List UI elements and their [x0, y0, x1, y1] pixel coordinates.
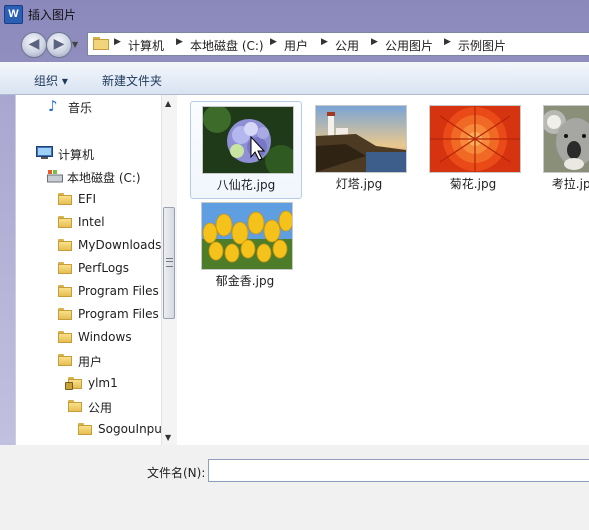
folder-icon [58, 331, 72, 343]
file-tile-koala[interactable]: 考拉.jpg [532, 101, 589, 197]
grip-icon [166, 258, 173, 267]
file-tile-lighthouse[interactable]: 灯塔.jpg [304, 101, 414, 197]
navigation-pane[interactable]: ♪ 音乐 计算机 本地磁盘 (C:) EFI Intel MyDownloads… [16, 95, 161, 445]
folder-icon [78, 423, 92, 435]
sidebar-item-label: 公用 [88, 401, 113, 415]
breadcrumb-public-pictures[interactable]: 公用图片 [385, 37, 433, 54]
file-name: 八仙花.jpg [216, 178, 276, 192]
back-arrow-icon: ◀ [28, 36, 40, 52]
folder-icon [68, 400, 82, 412]
breadcrumb-separator-icon[interactable]: ▶ [176, 37, 183, 47]
breadcrumb-separator-icon[interactable]: ▶ [371, 37, 378, 47]
drive-icon [47, 170, 63, 183]
address-bar[interactable]: ▶ 计算机 ▶ 本地磁盘 (C:) ▶ 用户 ▶ 公用 ▶ 公用图片 ▶ 示例图… [87, 32, 589, 56]
sidebar-item-label: 音乐 [68, 101, 93, 115]
file-name: 考拉.jpg [551, 177, 589, 191]
scroll-down-icon[interactable]: ▼ [165, 433, 171, 442]
file-name-label: 文件名(N): [147, 466, 206, 480]
sidebar-item-label: 用户 [78, 355, 103, 369]
folder-icon [58, 193, 72, 205]
breadcrumb-local-disk[interactable]: 本地磁盘 (C:) [190, 37, 264, 54]
forward-arrow-icon: ▶ [53, 36, 65, 52]
folder-icon [58, 239, 72, 251]
breadcrumb-separator-icon[interactable]: ▶ [114, 37, 121, 47]
tulips-thumbnail [201, 202, 293, 270]
koala-thumbnail [543, 105, 589, 173]
forward-button[interactable]: ▶ [46, 32, 72, 58]
breadcrumb-public[interactable]: 公用 [335, 37, 359, 54]
sidebar-item-label: PerfLogs [78, 261, 130, 275]
hydrangea-thumbnail [202, 106, 294, 174]
sidebar-item-label: Windows [78, 330, 132, 344]
window-frame-left [0, 95, 15, 445]
word-app-icon[interactable]: W [4, 5, 23, 24]
breadcrumb-computer[interactable]: 计算机 [128, 37, 164, 54]
sidebar-item-label: 计算机 [58, 148, 95, 162]
breadcrumb-users[interactable]: 用户 [284, 37, 308, 54]
music-icon: ♪ [48, 97, 58, 115]
file-tile-chrysanthemum[interactable]: 菊花.jpg [418, 101, 528, 197]
lighthouse-thumbnail [315, 105, 407, 173]
window-title: 插入图片 [28, 8, 77, 22]
content-area: ♪ 音乐 计算机 本地磁盘 (C:) EFI Intel MyDownloads… [15, 95, 589, 445]
file-name: 郁金香.jpg [215, 274, 275, 288]
breadcrumb-separator-icon[interactable]: ▶ [321, 37, 328, 47]
file-name: 菊花.jpg [449, 177, 497, 191]
new-folder-button[interactable]: 新建文件夹 [102, 72, 162, 89]
sidebar-item-label: SogouInput [98, 422, 161, 436]
sidebar-item-label: ylm1 [88, 376, 118, 390]
folder-icon [58, 285, 72, 297]
folder-icon [93, 37, 109, 50]
organize-button[interactable]: 组织 ▾ [34, 72, 68, 89]
file-name-input[interactable] [208, 459, 589, 482]
dialog-footer: 文件名(N): [0, 445, 589, 530]
folder-icon [58, 216, 72, 228]
lock-icon [65, 382, 73, 390]
sidebar-item-label: Program Files [78, 284, 159, 298]
title-bar: W 插入图片 [0, 0, 589, 30]
file-name: 灯塔.jpg [335, 177, 383, 191]
breadcrumb-sample-pictures[interactable]: 示例图片 [458, 37, 506, 54]
sidebar-item-label: Intel [78, 215, 105, 229]
scrollbar-thumb[interactable] [163, 207, 175, 319]
breadcrumb-separator-icon[interactable]: ▶ [444, 37, 451, 47]
sidebar-item-label: MyDownloads [78, 238, 161, 252]
navigation-bar: ◀ ▶ ▼ ▶ 计算机 ▶ 本地磁盘 (C:) ▶ 用户 ▶ 公用 ▶ 公用图片… [0, 30, 589, 62]
command-toolbar: 组织 ▾ 新建文件夹 [0, 62, 589, 95]
breadcrumb-separator-icon[interactable]: ▶ [270, 37, 277, 47]
folder-icon [58, 354, 72, 366]
computer-icon [36, 146, 53, 159]
folder-icon [58, 262, 72, 274]
scroll-up-icon[interactable]: ▲ [165, 99, 171, 108]
back-button[interactable]: ◀ [21, 32, 47, 58]
file-tile-tulips[interactable]: 郁金香.jpg [190, 198, 300, 294]
navigation-pane-scrollbar[interactable]: ▲ ▼ [161, 95, 177, 445]
chrysanthemum-thumbnail [429, 105, 521, 173]
file-list: 八仙花.jpg 灯塔.jpg 菊花.jpg 考拉.jp 郁金香.jpg [180, 95, 589, 445]
sidebar-item-label: 本地磁盘 (C:) [67, 171, 141, 185]
recent-pages-dropdown-icon[interactable]: ▼ [72, 40, 78, 49]
folder-icon [58, 308, 72, 320]
sidebar-item-label: Program Files [78, 307, 159, 321]
file-tile-hydrangeas[interactable]: 八仙花.jpg [190, 101, 302, 199]
sidebar-item-label: EFI [78, 192, 97, 206]
